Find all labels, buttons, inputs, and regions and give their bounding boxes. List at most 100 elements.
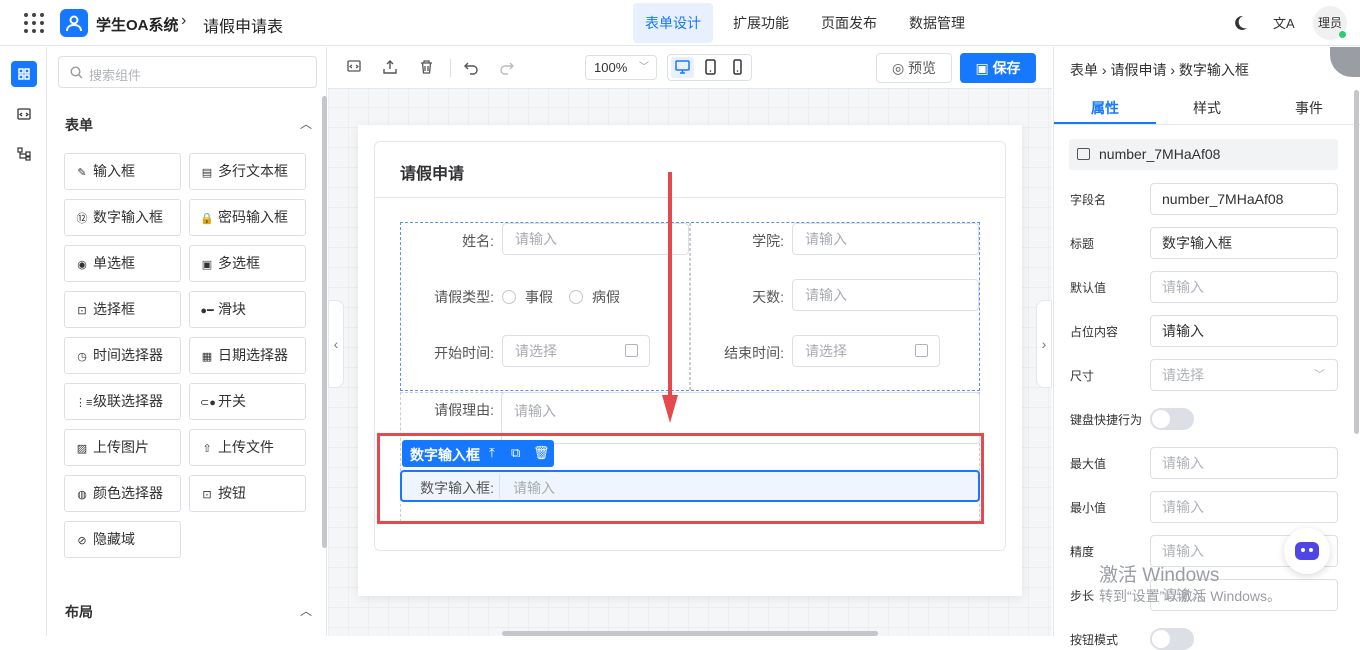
- nav-tab-data[interactable]: 数据管理: [897, 3, 977, 43]
- nav-tab-extensions[interactable]: 扩展功能: [721, 3, 801, 43]
- component-item[interactable]: 🔒 密码输入框: [189, 199, 306, 236]
- redo-icon[interactable]: [498, 59, 516, 77]
- component-item[interactable]: ▤ 多行文本框: [189, 153, 306, 190]
- component-label: 多行文本框: [218, 163, 288, 179]
- prop-toggle[interactable]: [1150, 628, 1194, 650]
- component-label: 隐藏域: [93, 531, 135, 547]
- radio-personal-leave[interactable]: 事假: [502, 287, 553, 307]
- zoom-select[interactable]: 100% ﹀: [585, 55, 657, 80]
- prop-toggle[interactable]: [1150, 408, 1194, 430]
- section-title-form: 表单: [65, 117, 93, 133]
- chevron-up-icon[interactable]: ︿: [300, 602, 312, 619]
- days-input[interactable]: 请输入: [792, 279, 979, 311]
- tab-events[interactable]: 事件: [1258, 98, 1360, 118]
- avatar[interactable]: 理员: [1313, 6, 1347, 40]
- assistant-bot-button[interactable]: [1284, 528, 1330, 574]
- breadcrumb-number[interactable]: 数字输入框: [1179, 62, 1249, 78]
- component-item[interactable]: ●━ 滑块: [189, 291, 306, 328]
- delete-icon[interactable]: [417, 59, 435, 77]
- prop-input[interactable]: 请输入: [1150, 271, 1338, 303]
- component-item[interactable]: ▣ 多选框: [189, 245, 306, 282]
- delete-field-icon[interactable]: 🗑: [533, 445, 550, 461]
- edit-icon: ✎: [77, 167, 87, 179]
- save-button[interactable]: ▣ 保存: [960, 53, 1036, 83]
- breadcrumb-leave[interactable]: 请假申请: [1110, 62, 1166, 78]
- breadcrumb-form[interactable]: 表单: [1070, 62, 1098, 78]
- component-item[interactable]: ◉ 单选框: [64, 245, 181, 282]
- export-icon[interactable]: [381, 59, 399, 77]
- robot-icon: [1295, 542, 1319, 560]
- toggle-knob: [1152, 410, 1170, 428]
- copy-icon[interactable]: ⧉: [511, 445, 520, 461]
- tab-style[interactable]: 样式: [1156, 98, 1258, 118]
- collapse-right-handle[interactable]: ›: [1036, 300, 1052, 388]
- component-item[interactable]: ⊡ 按钮: [189, 475, 306, 512]
- mobile-icon[interactable]: [726, 57, 749, 78]
- component-label: 单选框: [93, 255, 135, 271]
- name-input[interactable]: 请输入: [502, 223, 689, 255]
- properties-scrollbar[interactable]: [1354, 90, 1359, 434]
- palette-icon: ◍: [77, 489, 87, 501]
- translate-icon[interactable]: 文A: [1273, 13, 1295, 32]
- college-input[interactable]: 请输入: [792, 223, 979, 255]
- chevron-down-icon: ﹀: [1314, 369, 1325, 381]
- prop-input[interactable]: 请输入: [1150, 491, 1338, 523]
- prop-input[interactable]: number_7MHaAf08: [1150, 183, 1338, 215]
- app-name: 学生OA系统: [96, 17, 179, 34]
- component-item[interactable]: ⊂● 开关: [189, 383, 306, 420]
- form-header: 请假申请: [375, 142, 1005, 198]
- component-label: 颜色选择器: [93, 485, 163, 501]
- prop-input[interactable]: 请输入: [1150, 447, 1338, 479]
- dark-mode-icon[interactable]: [1231, 14, 1249, 32]
- radio-icon: ◉: [77, 259, 87, 271]
- lock-icon: 🔒: [200, 213, 214, 225]
- field-label-reason: 请假理由:: [434, 402, 494, 418]
- field-label-start: 开始时间:: [434, 345, 494, 361]
- chevron-up-icon[interactable]: ︿: [300, 115, 312, 132]
- collapse-left-handle[interactable]: ‹: [328, 300, 344, 388]
- canvas-scrollbar[interactable]: [502, 631, 878, 636]
- desktop-icon[interactable]: [671, 57, 694, 78]
- component-item[interactable]: ⑫ 数字输入框: [64, 199, 181, 236]
- nav-tab-form-design[interactable]: 表单设计: [633, 3, 713, 43]
- component-item[interactable]: ✎ 输入框: [64, 153, 181, 190]
- left-rail: [0, 47, 47, 636]
- component-panel-scrollbar[interactable]: [322, 96, 327, 548]
- component-item[interactable]: ⇧ 上传文件: [189, 429, 306, 466]
- end-date-picker[interactable]: 请选择: [792, 335, 940, 367]
- prop-value: 请输入: [1162, 455, 1204, 471]
- start-date-picker[interactable]: 请选择: [502, 335, 650, 367]
- component-label: 时间选择器: [93, 347, 163, 363]
- code-view-icon[interactable]: [345, 59, 363, 77]
- selected-number-field[interactable]: 数字输入框: 请输入: [400, 470, 980, 502]
- page-title: 请假申请表: [203, 19, 284, 36]
- component-item[interactable]: ◷ 时间选择器: [64, 337, 181, 374]
- tablet-icon[interactable]: [699, 57, 722, 78]
- tab-attributes[interactable]: 属性: [1054, 98, 1156, 118]
- user-name: 理员: [1317, 16, 1342, 30]
- chevron-down-icon: ﹀: [639, 62, 649, 73]
- preview-button[interactable]: ◎ 预览: [876, 53, 952, 83]
- search-input[interactable]: 搜索组件: [58, 56, 317, 88]
- eye-off-icon: ⊘: [77, 535, 87, 547]
- component-item[interactable]: ◍ 颜色选择器: [64, 475, 181, 512]
- component-item[interactable]: ⊘ 隐藏域: [64, 521, 181, 558]
- component-item[interactable]: ▦ 日期选择器: [189, 337, 306, 374]
- move-up-icon[interactable]: ⤒: [489, 445, 495, 461]
- prop-value: 请输入: [1162, 323, 1204, 339]
- field-label-end: 结束时间:: [724, 345, 784, 361]
- prop-select[interactable]: 请选择 ﹀: [1150, 359, 1338, 391]
- apps-grid-icon[interactable]: [24, 13, 44, 33]
- components-icon[interactable]: [11, 61, 37, 87]
- component-item[interactable]: ⊡ 选择框: [64, 291, 181, 328]
- undo-icon[interactable]: [462, 59, 480, 77]
- prop-input[interactable]: 数字输入框: [1150, 227, 1338, 259]
- nav-tab-publish[interactable]: 页面发布: [809, 3, 889, 43]
- component-item[interactable]: ⋮≡级联选择器: [64, 383, 181, 420]
- prop-input[interactable]: 请输入: [1150, 315, 1338, 347]
- code-icon[interactable]: [11, 101, 37, 127]
- slider-icon: ●━: [200, 305, 214, 317]
- component-item[interactable]: ▨ 上传图片: [64, 429, 181, 466]
- tree-icon[interactable]: [11, 141, 37, 167]
- radio-sick-leave[interactable]: 病假: [569, 287, 620, 307]
